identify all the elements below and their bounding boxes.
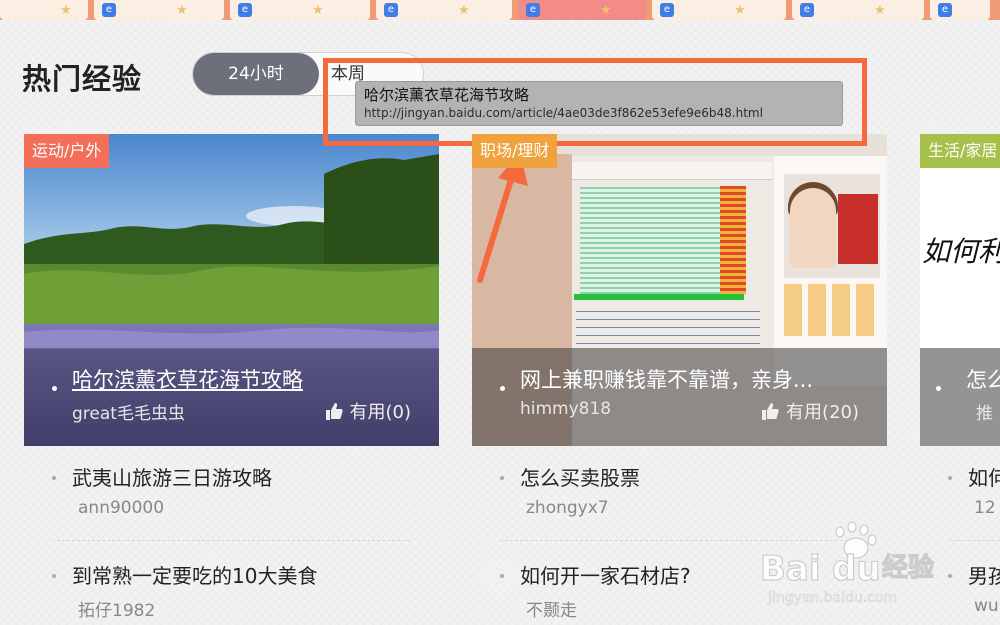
card-author[interactable]: himmy818 — [520, 399, 611, 419]
like-count[interactable]: 有用(0) — [324, 398, 411, 424]
star-icon[interactable]: ★ — [60, 3, 72, 18]
list-item[interactable]: 如何 12 — [948, 462, 1000, 522]
list-item-author[interactable]: zhongyx7 — [526, 498, 609, 518]
like-count[interactable]: 有用(20) — [760, 398, 859, 424]
svg-text:jingyan.baidu.com: jingyan.baidu.com — [767, 590, 897, 606]
list-item-title[interactable]: 如何开一家石材店? — [520, 560, 691, 589]
thumbs-up-icon — [325, 403, 343, 420]
browser-tab[interactable]: e ★ — [94, 0, 224, 20]
star-icon[interactable]: ★ — [312, 3, 324, 18]
list-item-author[interactable]: 不颞走 — [526, 596, 577, 621]
link-tooltip: 哈尔滨薰衣草花海节攻略 http://jingyan.baidu.com/art… — [355, 81, 843, 126]
divider — [52, 540, 410, 541]
list-item[interactable]: 到常熟一定要吃的10大美食 拓仔1982 — [52, 560, 432, 621]
card-author[interactable]: 推 — [976, 399, 993, 424]
category-badge[interactable]: 生活/家居 — [920, 134, 1000, 168]
ie-icon: e — [938, 3, 952, 17]
card-author[interactable]: great毛毛虫虫 — [72, 399, 185, 424]
list-item-title[interactable]: 怎么买卖股票 — [520, 462, 640, 491]
list-item-title[interactable]: 到常熟一定要吃的10大美食 — [72, 560, 317, 589]
list-item[interactable]: 武夷山旅游三日游攻略 ann90000 — [52, 462, 432, 522]
browser-tab[interactable]: e ★ — [376, 0, 512, 20]
star-icon[interactable]: ★ — [600, 3, 612, 18]
card-title-link[interactable]: 怎么 — [966, 364, 1000, 394]
browser-tab-strip: ★ e ★ e ★ e ★ e ★ e ★ e ★ e — [0, 0, 1000, 20]
category-badge[interactable]: 运动/户外 — [24, 134, 110, 168]
card-caption: 网上兼职赚钱靠不靠谱，亲身... himmy818 有用(20) — [472, 348, 887, 446]
card-caption: 哈尔滨薰衣草花海节攻略 great毛毛虫虫 有用(0) — [24, 348, 439, 446]
card-caption: 怎么 推 — [920, 348, 1000, 446]
svg-text:Bai: Bai — [760, 549, 821, 589]
card-title-link[interactable]: 网上兼职赚钱靠不靠谱，亲身... — [520, 364, 813, 394]
browser-tab[interactable]: e ★ — [230, 0, 370, 20]
list-item-author[interactable]: ann90000 — [78, 498, 164, 518]
list-item-author[interactable]: 拓仔1982 — [78, 596, 155, 621]
category-badge[interactable]: 职场/理财 — [472, 134, 558, 168]
list-item[interactable]: 怎么买卖股票 zhongyx7 — [500, 462, 880, 522]
star-icon[interactable]: ★ — [458, 3, 470, 18]
svg-text:经验: 经验 — [882, 552, 934, 583]
browser-tab-active[interactable]: e ★ — [518, 0, 646, 20]
star-icon[interactable]: ★ — [176, 3, 188, 18]
list-item-title[interactable]: 如何 — [968, 462, 1000, 491]
list-item-author[interactable]: wu — [974, 596, 999, 616]
ie-icon: e — [102, 3, 116, 17]
ie-icon: e — [526, 3, 540, 17]
svg-text:du: du — [832, 549, 881, 589]
list-item-title[interactable]: 男孩 — [968, 560, 1000, 589]
list-item-author[interactable]: 12 — [974, 498, 996, 518]
browser-tab[interactable]: e — [930, 0, 990, 20]
browser-tab[interactable]: e ★ — [652, 0, 786, 20]
tooltip-url: http://jingyan.baidu.com/article/4ae03de… — [364, 106, 763, 120]
list-item-title[interactable]: 武夷山旅游三日游攻略 — [72, 462, 272, 491]
ie-icon: e — [384, 3, 398, 17]
ie-icon: e — [660, 3, 674, 17]
featured-card[interactable]: 如何利 生活/家居 怎么 推 — [920, 134, 1000, 446]
star-icon[interactable]: ★ — [734, 3, 746, 18]
browser-tab[interactable]: e ★ — [792, 0, 924, 20]
ie-icon: e — [238, 3, 252, 17]
browser-tab[interactable]: ★ — [0, 0, 88, 20]
card-title-link[interactable]: 哈尔滨薰衣草花海节攻略 — [72, 364, 303, 394]
baidu-jingyan-watermark: Bai du 经验 jingyan.baidu.com — [760, 521, 935, 606]
thumbs-up-icon — [762, 403, 779, 420]
star-icon[interactable]: ★ — [874, 3, 886, 18]
tab-24h[interactable]: 24小时 — [193, 53, 319, 95]
featured-card[interactable]: 运动/户外 哈尔滨薰衣草花海节攻略 great毛毛虫虫 有用(0) — [24, 134, 439, 446]
tooltip-title: 哈尔滨薰衣草花海节攻略 — [364, 86, 530, 104]
ie-icon: e — [800, 3, 814, 17]
page-title: 热门经验 — [22, 62, 143, 96]
